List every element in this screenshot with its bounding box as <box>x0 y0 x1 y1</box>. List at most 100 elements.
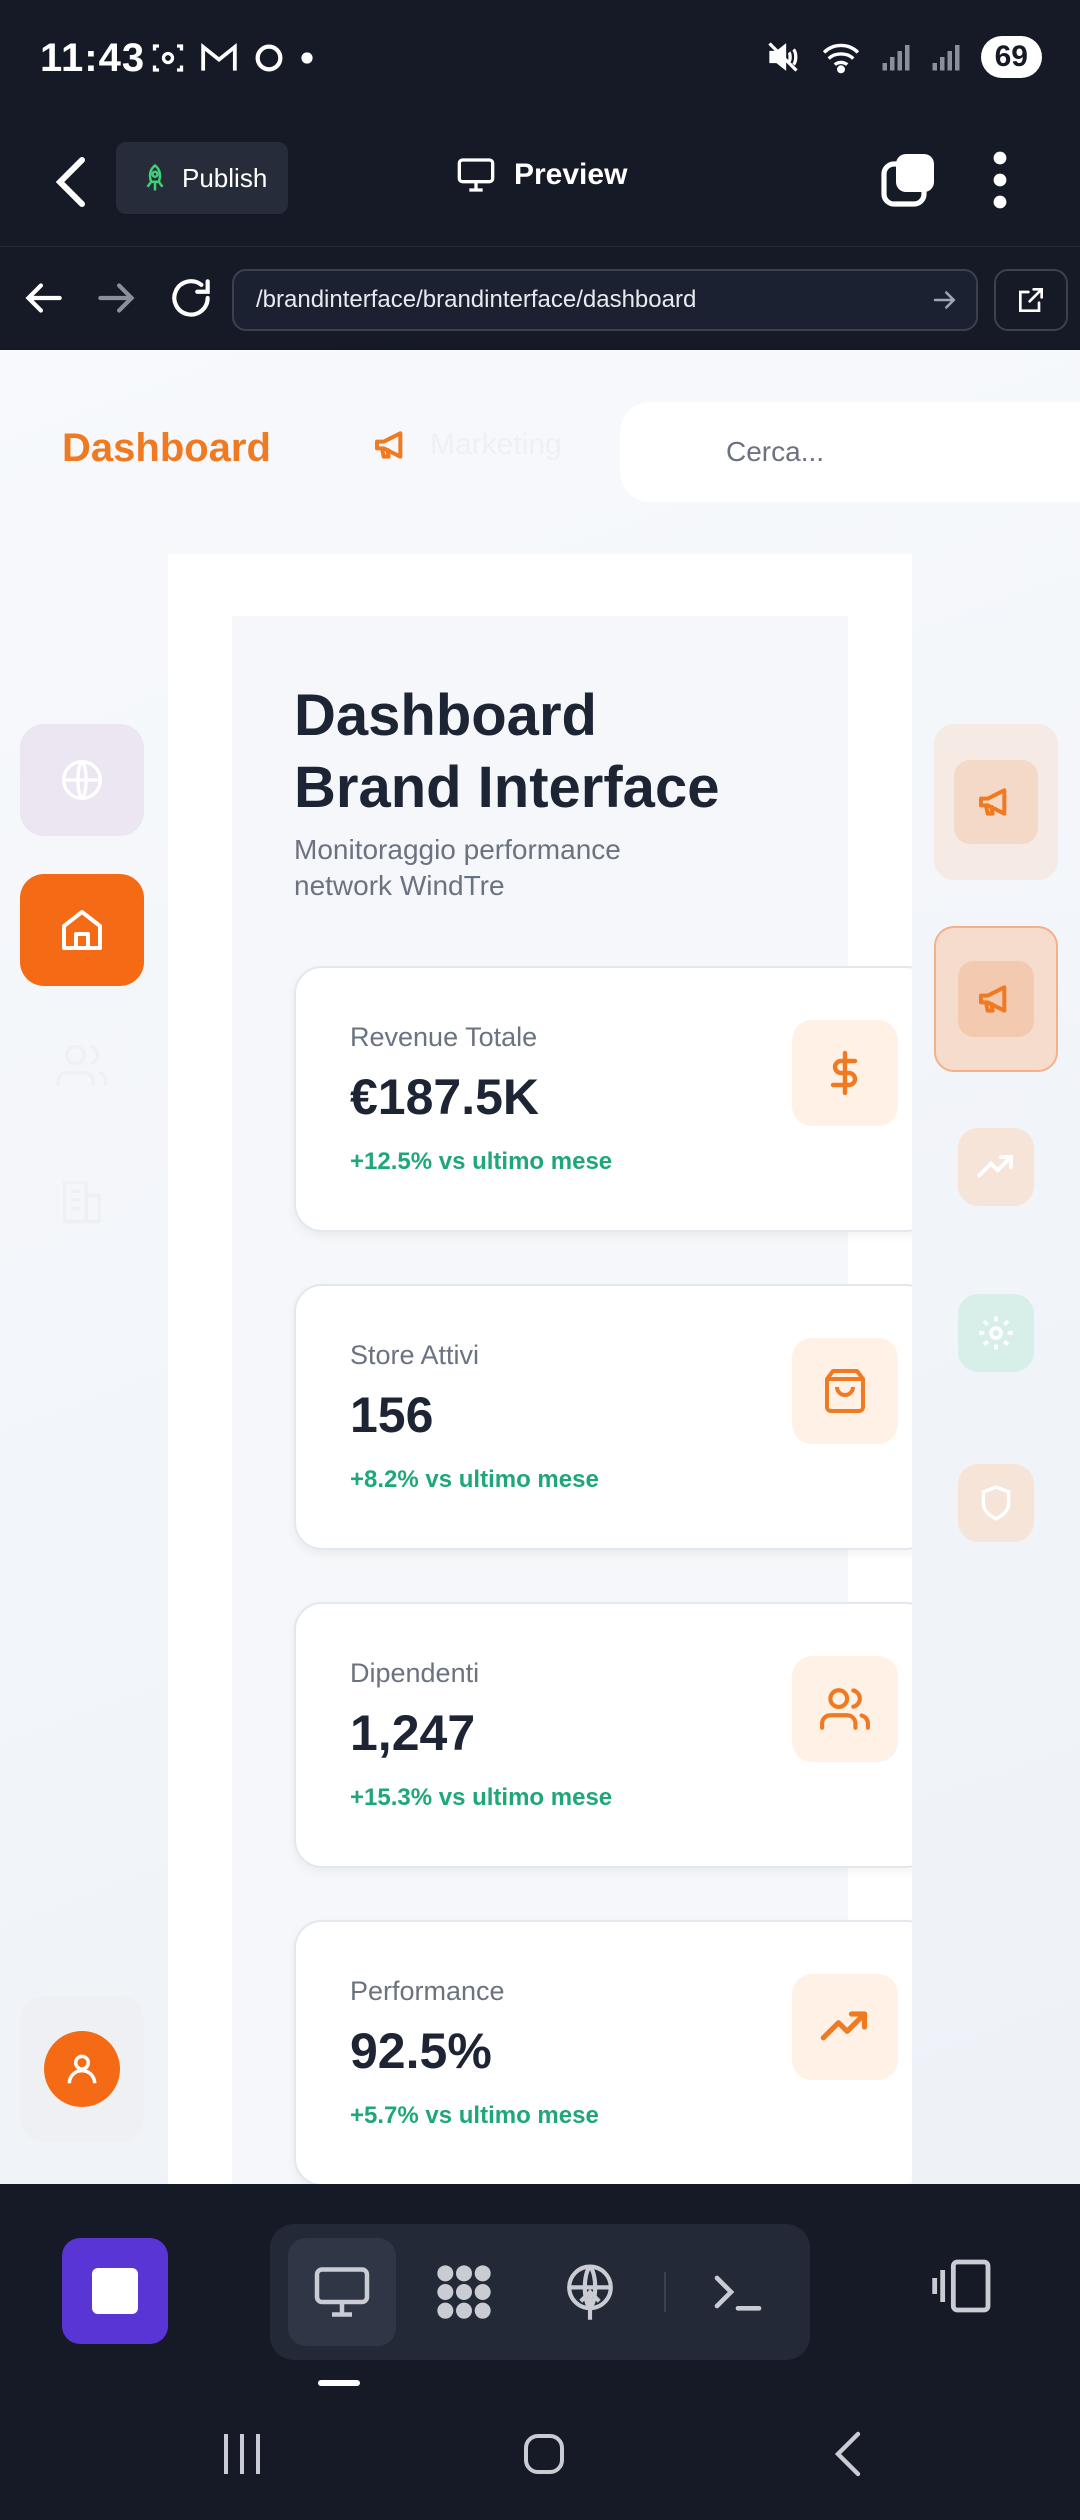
app-bar: Publish Preview <box>0 118 1080 246</box>
stat-label: Revenue Totale <box>350 1022 538 1052</box>
globe-icon <box>62 760 102 800</box>
browser-toolbar: /brandinterface/brandinterface/dashboard <box>0 246 1080 350</box>
page-title-line-1: Dashboard <box>294 683 597 748</box>
stat-value: 1,247 <box>350 1705 476 1761</box>
stat-change: +5.7% vs ultimo mese <box>350 2102 599 2129</box>
stat-label: Store Attivi <box>350 1340 480 1370</box>
search-placeholder: Cerca... <box>726 436 825 467</box>
users-icon <box>792 1656 898 1762</box>
stat-label: Dipendenti <box>350 1658 480 1688</box>
sidebar-item-home[interactable] <box>20 874 144 986</box>
building-icon <box>62 1180 102 1224</box>
stat-label: Performance <box>350 1976 505 2006</box>
trending-up-icon[interactable] <box>958 1128 1034 1206</box>
url-text: /brandinterface/brandinterface/dashboard <box>256 286 697 313</box>
nav-item-marketing[interactable]: Marketing <box>372 428 562 462</box>
monitor-icon <box>457 158 495 192</box>
user-menu[interactable] <box>20 1996 144 2142</box>
users-icon <box>56 1044 108 1086</box>
publish-label: Publish <box>182 162 268 193</box>
stat-change: +12.5% vs ultimo mese <box>350 1148 613 1175</box>
toolbar-active-indicator <box>318 2380 360 2386</box>
side-panel-icon[interactable] <box>932 2254 996 2318</box>
page-title-line-2: Brand Interface <box>294 755 720 820</box>
preview-toggle[interactable]: Preview <box>456 156 627 194</box>
stat-card-revenue[interactable]: Revenue Totale €187.5K +12.5% vs ultimo … <box>294 966 934 1232</box>
apps-grid-icon <box>437 2265 491 2319</box>
home-icon <box>62 910 102 950</box>
trending-up-icon <box>792 1974 898 2080</box>
home-button-icon[interactable] <box>520 2428 568 2480</box>
stop-button[interactable] <box>62 2238 168 2344</box>
screenshot-notification-icon <box>152 44 184 72</box>
stat-card-stores[interactable]: Store Attivi 156 +8.2% vs ultimo mese <box>294 1284 934 1550</box>
megaphone-icon <box>954 760 1038 844</box>
stat-value: 156 <box>350 1387 434 1443</box>
dollar-icon <box>792 1020 898 1126</box>
shield-icon[interactable] <box>958 1464 1034 1542</box>
avatar[interactable] <box>44 2031 120 2107</box>
signal-1-icon <box>882 45 910 71</box>
reload-icon[interactable] <box>166 273 216 323</box>
dot-icon <box>301 52 313 64</box>
right-rail-item-marketing-1[interactable] <box>934 724 1058 880</box>
monitor-icon <box>314 2267 370 2317</box>
mute-icon <box>767 42 798 72</box>
megaphone-icon <box>375 431 403 459</box>
terminal-button[interactable] <box>684 2238 792 2346</box>
signal-2-icon <box>932 45 960 71</box>
browser-forward-icon[interactable] <box>92 273 142 323</box>
wifi-icon <box>822 43 859 74</box>
sidebar-item-globe[interactable] <box>20 724 144 836</box>
status-system-icons: 69 <box>765 36 1042 78</box>
terminal-icon <box>714 2275 762 2311</box>
open-external-button[interactable] <box>994 269 1068 331</box>
url-input[interactable]: /brandinterface/brandinterface/dashboard <box>232 269 978 331</box>
recent-apps-icon[interactable] <box>218 2428 266 2480</box>
system-back-icon[interactable] <box>826 2428 874 2480</box>
rocket-icon <box>146 163 164 191</box>
brand-title[interactable]: Dashboard <box>62 426 271 471</box>
browser-back-icon[interactable] <box>18 273 68 323</box>
sidebar-item-users[interactable] <box>20 1010 144 1122</box>
apps-grid-button[interactable] <box>410 2238 518 2346</box>
publish-button[interactable]: Publish <box>116 142 288 214</box>
settings-gear-icon[interactable] <box>958 1294 1034 1372</box>
page-subtitle: Monitoraggio performance network WindTre <box>294 834 621 901</box>
right-rail-item-marketing-2[interactable] <box>934 926 1058 1072</box>
stat-value: €187.5K <box>350 1069 540 1125</box>
system-navigation-bar <box>0 2394 1080 2520</box>
sidebar-item-buildings[interactable] <box>20 1146 144 1258</box>
stat-card-employees[interactable]: Dipendenti 1,247 +15.3% vs ultimo mese <box>294 1602 934 1868</box>
deploy-button[interactable] <box>536 2238 644 2346</box>
nav-item-label: Marketing <box>430 428 562 461</box>
page-title: Dashboard Brand Interface <box>294 680 719 824</box>
shopping-bag-icon <box>792 1338 898 1444</box>
stop-square-icon <box>92 2268 138 2314</box>
gmail-icon <box>201 42 237 71</box>
status-notification-icons <box>150 40 314 76</box>
go-arrow-icon[interactable] <box>930 285 960 315</box>
megaphone-icon <box>958 961 1034 1037</box>
sync-circle-icon <box>255 44 283 72</box>
web-content: Dashboard Marketing Cerca... Dashboard B… <box>0 350 1080 2184</box>
status-bar: 11:43 69 <box>0 0 1080 118</box>
stat-card-performance[interactable]: Performance 92.5% +5.7% vs ultimo mese <box>294 1920 934 2184</box>
mode-switcher <box>270 2224 810 2360</box>
globe-upload-icon <box>567 2264 613 2320</box>
status-time: 11:43 <box>40 36 146 80</box>
tabs-switcher-icon[interactable] <box>880 152 936 208</box>
stat-value: 92.5% <box>350 2023 492 2079</box>
battery-indicator: 69 <box>980 36 1042 78</box>
external-link-icon <box>1019 288 1043 312</box>
more-options-icon[interactable] <box>986 150 1014 210</box>
stat-change: +8.2% vs ultimo mese <box>350 1466 599 1493</box>
stat-change: +15.3% vs ultimo mese <box>350 1784 613 1811</box>
monitor-mode-button[interactable] <box>288 2238 396 2346</box>
search-input[interactable]: Cerca... <box>620 402 1080 502</box>
back-button[interactable] <box>52 154 92 210</box>
right-gutter <box>912 910 1080 2184</box>
preview-label: Preview <box>514 158 628 191</box>
toolbar-divider <box>664 2272 666 2312</box>
user-icon <box>67 2054 97 2084</box>
